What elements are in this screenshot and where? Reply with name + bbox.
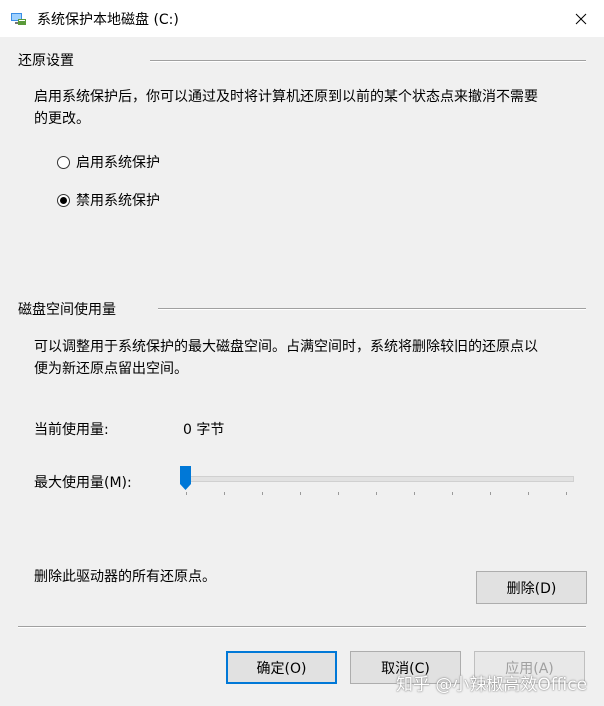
slider-tick <box>186 492 187 495</box>
max-usage-slider-track[interactable] <box>186 476 574 482</box>
max-usage-slider-thumb[interactable] <box>180 466 191 490</box>
slider-tick <box>452 492 453 495</box>
current-usage-label: 当前使用量: <box>34 422 109 438</box>
radio-button[interactable] <box>57 155 70 169</box>
ok-button[interactable]: 确定(O) <box>226 651 337 684</box>
disk-description: 可以调整用于系统保护的最大磁盘空间。占满空间时，系统将删除较旧的还原点以 便为新… <box>34 339 538 377</box>
current-usage-value: 0 字节 <box>183 422 225 438</box>
restore-description: 启用系统保护后，你可以通过及时将计算机还原到以前的某个状态点来撤消不需要 的更改… <box>34 89 538 127</box>
footer-separator <box>18 626 586 628</box>
disk-usage-label: 磁盘空间使用量 <box>18 302 116 318</box>
close-button[interactable] <box>558 0 604 37</box>
slider-tick <box>262 492 263 495</box>
slider-tick <box>566 492 567 495</box>
watermark-text: 知乎 @小辣椒高效Office <box>396 675 588 695</box>
disable-protection-label: 禁用系统保护 <box>76 193 160 209</box>
enable-protection-label: 启用系统保护 <box>76 155 160 171</box>
delete-button[interactable]: 删除(D) <box>476 571 587 604</box>
max-usage-label: 最大使用量(M): <box>34 475 132 491</box>
slider-tick <box>300 492 301 495</box>
close-icon <box>575 13 587 24</box>
enable-protection-radio[interactable]: 启用系统保护 <box>57 152 160 172</box>
slider-tick <box>224 492 225 495</box>
delete-description: 删除此驱动器的所有还原点。 <box>34 569 216 585</box>
slider-tick <box>338 492 339 495</box>
slider-tick <box>528 492 529 495</box>
restore-settings-label: 还原设置 <box>18 53 74 69</box>
system-protection-icon <box>11 13 26 25</box>
slider-tick <box>490 492 491 495</box>
restore-settings-divider <box>150 60 586 62</box>
slider-ticks <box>186 492 568 496</box>
disk-usage-divider <box>158 308 586 310</box>
window-title: 系统保护本地磁盘 (C:) <box>37 12 179 28</box>
radio-button-checked[interactable] <box>57 193 70 207</box>
title-bar: 系统保护本地磁盘 (C:) <box>0 0 604 37</box>
slider-tick <box>376 492 377 495</box>
slider-tick <box>414 492 415 495</box>
disable-protection-radio[interactable]: 禁用系统保护 <box>57 190 160 210</box>
